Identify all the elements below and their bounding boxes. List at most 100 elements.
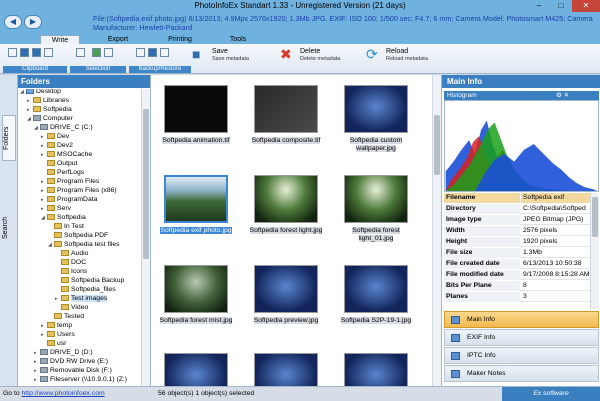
tree-node[interactable]: ▸ Dev <box>41 133 69 141</box>
tree-node[interactable]: Softpedia Backup <box>55 277 124 285</box>
tree-node[interactable]: ▸ temp <box>41 322 72 330</box>
title-bar: PhotoInfoEx Standart 1.33 - Unregistered… <box>0 0 600 12</box>
tree-node[interactable]: Icons <box>55 268 87 276</box>
tab-folders[interactable]: Folders <box>2 115 16 161</box>
tree-node[interactable]: ▸ Softpedia <box>27 106 72 114</box>
tree-node[interactable]: ◢ Softpedia <box>41 214 86 222</box>
maximize-button[interactable]: □ <box>550 0 572 12</box>
tree-node[interactable]: ▸ Serv <box>41 205 71 213</box>
save-icon: ■ <box>192 46 201 62</box>
forward-button[interactable]: ▶ <box>24 15 42 29</box>
panel-main-info[interactable]: Main Info <box>444 311 599 328</box>
tree-node[interactable]: ◢ Softpedia test files <box>48 241 120 249</box>
tree-node[interactable]: ▸ Fileserver (\\10.9.0.1) (Z:) <box>34 376 127 384</box>
tree-node[interactable]: ▸ ProgramData <box>41 196 97 204</box>
tree-node[interactable]: ◢ Desktop <box>20 89 61 96</box>
panel-iptc-info[interactable]: IPTC Info <box>444 347 599 364</box>
tree-node-label: DOC <box>71 259 87 266</box>
browser-scrollbar[interactable] <box>432 75 441 386</box>
tree-node[interactable]: DOC <box>55 259 86 267</box>
file-summary: File:(Softpedia exif photo.jpg) 6/13/201… <box>93 14 593 32</box>
website-link[interactable]: http://www.photoinfoex.com <box>22 390 105 397</box>
property-row[interactable]: Width 2576 pixels <box>444 226 590 236</box>
property-row[interactable]: File modified date 9/17/2008 8:15:28 AM <box>444 270 590 280</box>
property-row[interactable]: File created date 6/13/2013 10:50:38 <box>444 259 590 269</box>
cut-icon[interactable] <box>44 48 53 57</box>
histogram-tools[interactable]: ⚙ ✕ <box>556 91 569 100</box>
back-button[interactable]: ◀ <box>4 15 22 29</box>
browser-scroll-thumb[interactable] <box>434 115 440 175</box>
thumbnail-image[interactable] <box>164 85 228 133</box>
tree-node[interactable]: ▸ Libraries <box>27 97 69 105</box>
property-row[interactable]: Image type JPEG Bitmap (JPG) <box>444 215 590 225</box>
select-all-icon[interactable] <box>92 48 101 57</box>
tree-node[interactable]: Video <box>55 304 88 312</box>
tree-node[interactable]: ▸ DRIVE_D (D:) <box>34 349 93 357</box>
thumbnail-image[interactable] <box>254 265 318 313</box>
folder-icon <box>54 223 62 229</box>
backup-icon[interactable] <box>136 48 145 57</box>
thumbnail-image[interactable] <box>164 265 228 313</box>
tree-node[interactable]: ▸ DVD RW Drive (E:) <box>34 358 108 366</box>
drive-icon <box>40 124 48 130</box>
tab-printing[interactable]: Printing <box>160 35 200 44</box>
property-row[interactable]: Height 1920 pixels <box>444 237 590 247</box>
minimize-button[interactable]: – <box>528 0 550 12</box>
arrow-icon[interactable] <box>20 48 29 57</box>
tree-node-label: Desktop <box>36 89 61 95</box>
close-button[interactable]: ✕ <box>572 0 600 12</box>
folder-scroll-thumb[interactable] <box>143 109 149 259</box>
panel-maker-notes[interactable]: Maker Notes <box>444 365 599 382</box>
tab-tools[interactable]: Tools <box>218 35 258 44</box>
tree-node[interactable]: In Test <box>48 223 84 231</box>
tree-node-label: Softpedia test files <box>64 241 120 248</box>
property-row[interactable]: Directory C:\Softpedia\Softped <box>444 204 590 214</box>
tree-node[interactable]: ▸ Dev2 <box>41 142 73 150</box>
props-scroll-thumb[interactable] <box>592 197 598 237</box>
tab-export[interactable]: Export <box>98 35 138 44</box>
backup-settings-icon[interactable] <box>160 48 169 57</box>
panel-exif-info[interactable]: EXIF Info <box>444 329 599 346</box>
tree-node[interactable]: Output <box>41 160 77 168</box>
tree-node[interactable]: Softpedia PDF <box>48 232 108 240</box>
tab-search[interactable]: Search <box>2 205 16 251</box>
tree-node-label: PerfLogs <box>57 169 85 176</box>
thumbnail-image[interactable] <box>344 265 408 313</box>
property-row[interactable]: Filename Softpedia exif <box>444 193 590 203</box>
property-row[interactable]: Bits Per Plane 8 <box>444 281 590 291</box>
exif-icon <box>451 334 460 342</box>
tree-node[interactable]: ▸ Users <box>41 331 75 339</box>
tree-node[interactable]: ▸ Removable Disk (F:) <box>34 367 112 375</box>
tree-node[interactable]: ▸ Program Files <box>41 178 99 186</box>
folder-scrollbar[interactable] <box>141 89 150 386</box>
property-row[interactable]: Planes 3 <box>444 292 590 302</box>
tree-node[interactable]: PerfLogs <box>41 169 84 177</box>
tree-node[interactable]: ◢ Computer <box>27 115 73 123</box>
property-value: 9/17/2008 8:15:28 AM <box>523 271 590 278</box>
thumbnail-image[interactable] <box>254 85 318 133</box>
property-row[interactable]: File size 1.3Mb <box>444 248 590 258</box>
thumbnail-image[interactable] <box>164 175 228 223</box>
thumbnail-image[interactable] <box>344 175 408 223</box>
paste-icon[interactable] <box>32 48 41 57</box>
tree-node[interactable]: Softpedia_files <box>55 286 116 294</box>
tab-write[interactable]: Write <box>40 35 80 44</box>
folder-icon <box>33 106 41 112</box>
thumbnail-image[interactable] <box>254 175 318 223</box>
tree-node[interactable]: ◢ DRIVE_C (C:) <box>34 124 93 132</box>
tree-node[interactable]: ▸ Test images <box>55 295 108 303</box>
tree-node[interactable]: usr <box>41 340 66 348</box>
tree-node-label: Video <box>71 304 89 311</box>
thumbnail-image[interactable] <box>344 85 408 133</box>
tree-node[interactable]: ▸ Program Files (x86) <box>41 187 117 195</box>
tree-node[interactable]: ▸ MSOCache <box>41 151 92 159</box>
restore-icon[interactable] <box>148 48 157 57</box>
tree-node[interactable]: Audio <box>55 250 88 258</box>
tree-node[interactable]: Tested <box>48 313 84 321</box>
panel-main-info-label: Main Info <box>467 316 495 323</box>
props-scrollbar[interactable] <box>590 193 599 309</box>
info-bar: ◀ ▶ File:(Softpedia exif photo.jpg) 6/13… <box>0 12 600 34</box>
invert-selection-icon[interactable] <box>104 48 113 57</box>
select-none-icon[interactable] <box>76 48 85 57</box>
copy-icon[interactable] <box>8 48 17 57</box>
